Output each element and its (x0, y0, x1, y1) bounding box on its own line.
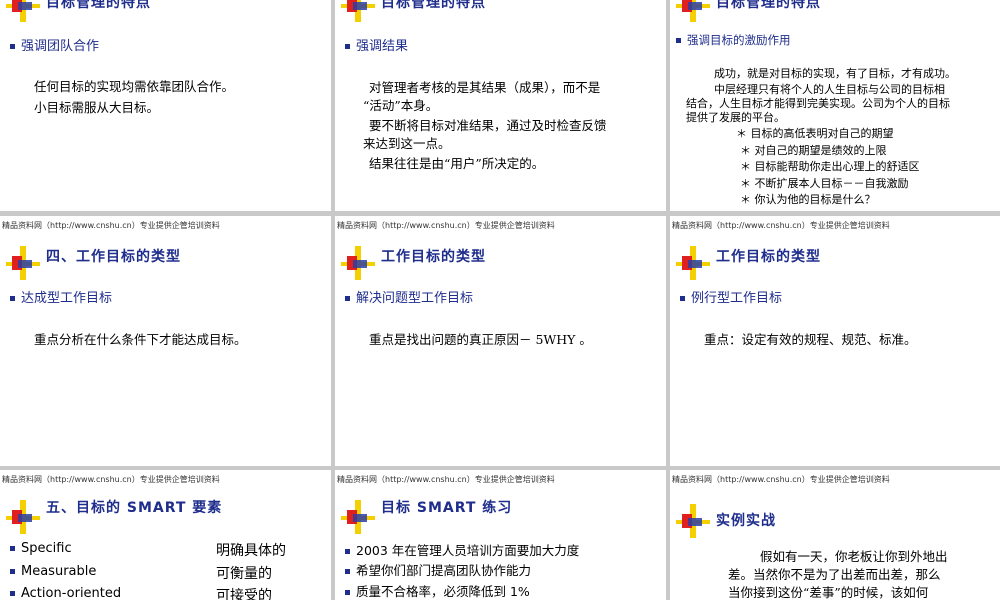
slide-7[interactable]: 精品资料网（http://www.cnshu.cn）专业提供企管培训资料 五、目… (0, 470, 331, 600)
body-line: 对管理者考核的是其结果（成果），而不是 (369, 80, 601, 95)
slide-footer: 精品资料网（http://www.cnshu.cn）专业提供企管培训资料 (2, 475, 220, 484)
slide-logo-icon (676, 0, 710, 22)
slide-logo-icon (676, 246, 710, 280)
smart-item: Measurable (10, 564, 96, 579)
slide-bullet: 解决问题型工作目标 (345, 287, 473, 306)
exercise-item: 质量不合格率，必须降低到 1% (345, 581, 530, 600)
slide-logo-icon (341, 0, 375, 22)
slide-footer: 精品资料网（http://www.cnshu.cn）专业提供企管培训资料 (672, 475, 890, 484)
slide-logo-icon (341, 246, 375, 280)
star-item: ＊ 你认为他的目标是什么？ (740, 193, 876, 206)
slide-title: 工作目标的类型 (716, 249, 821, 265)
slide-title: 五、目标的 SMART 要素 (46, 500, 223, 516)
body-line: 当你接到这份“差事”的时候，该如何 (728, 585, 929, 600)
slide-logo-icon (6, 246, 40, 280)
slide-1[interactable]: 目标管理的特点 强调团队合作 任何目标的实现均需依靠团队合作。 小目标需服从大目… (0, 0, 331, 211)
star-item: ＊ 目标的高低表明对自己的期望 (736, 127, 894, 140)
slide-bullet: 强调结果 (345, 35, 408, 54)
slide-footer: 精品资料网（http://www.cnshu.cn）专业提供企管培训资料 (337, 221, 555, 230)
slide-bullet: 达成型工作目标 (10, 287, 112, 306)
body-line: 任何目标的实现均需依靠团队合作。 (34, 79, 235, 94)
exercise-item: 2003 年在管理人员培训方面要加大力度 (345, 540, 579, 559)
body-line: 来达到这一点。 (363, 136, 451, 151)
slide-footer: 精品资料网（http://www.cnshu.cn）专业提供企管培训资料 (337, 475, 555, 484)
smart-item-cn: 明确具体的 (216, 543, 286, 559)
body-line: 假如有一天，你老板让你到外地出 (760, 549, 948, 564)
slide-title: 四、工作目标的类型 (46, 249, 181, 265)
slide-9[interactable]: 精品资料网（http://www.cnshu.cn）专业提供企管培训资料 实例实… (670, 470, 1000, 600)
slide-6[interactable]: 精品资料网（http://www.cnshu.cn）专业提供企管培训资料 工作目… (670, 216, 1000, 466)
smart-item-cn: 可衡量的 (216, 566, 272, 582)
slide-title: 工作目标的类型 (381, 249, 486, 265)
slide-title: 目标管理的特点 (381, 0, 486, 11)
star-item: ＊ 目标能帮助你走出心理上的舒适区 (740, 160, 920, 173)
smart-item-cn: 可接受的 (216, 588, 272, 600)
slide-bullet: 例行型工作目标 (680, 287, 782, 306)
body-line: 重点分析在什么条件下才能达成目标。 (34, 332, 247, 347)
slide-title: 目标管理的特点 (46, 0, 151, 11)
smart-item: Specific (10, 541, 72, 556)
slide-4[interactable]: 精品资料网（http://www.cnshu.cn）专业提供企管培训资料 四、工… (0, 216, 331, 466)
smart-item: Action-oriented (10, 586, 121, 600)
slide-logo-icon (6, 500, 40, 534)
slide-logo-icon (6, 0, 40, 22)
body-line: 要不断将目标对准结果，通过及时检查反馈 (369, 118, 607, 133)
star-item: ＊ 对自己的期望是绩效的上限 (740, 144, 887, 157)
slide-8[interactable]: 精品资料网（http://www.cnshu.cn）专业提供企管培训资料 目标 … (335, 470, 666, 600)
body-line: 差。当然你不是为了出差而出差，那么 (728, 567, 941, 582)
exercise-item: 希望你们部门提高团队协作能力 (345, 560, 531, 579)
body-line: 重点是找出问题的真正原因－ 5WHY 。 (369, 332, 592, 347)
slide-title: 目标 SMART 练习 (381, 500, 513, 516)
slide-2[interactable]: 目标管理的特点 强调结果 对管理者考核的是其结果（成果），而不是 “活动”本身。… (335, 0, 666, 211)
body-line: “活动”本身。 (363, 98, 439, 113)
slide-logo-icon (341, 500, 375, 534)
body-line: 结果往往是由“用户”所决定的。 (369, 156, 545, 171)
slide-title: 目标管理的特点 (716, 0, 821, 11)
body-line: 成功，就是对目标的实现，有了目标，才有成功。 (714, 67, 956, 80)
slide-title: 实例实战 (716, 513, 776, 529)
slide-3[interactable]: 目标管理的特点 强调目标的激励作用 成功，就是对目标的实现，有了目标，才有成功。… (670, 0, 1000, 211)
slide-5[interactable]: 精品资料网（http://www.cnshu.cn）专业提供企管培训资料 工作目… (335, 216, 666, 466)
body-line: 提供了发展的平台。 (686, 111, 785, 124)
slide-footer: 精品资料网（http://www.cnshu.cn）专业提供企管培训资料 (672, 221, 890, 230)
body-line: 重点：设定有效的规程、规范、标准。 (704, 332, 917, 347)
slide-bullet: 强调团队合作 (10, 35, 99, 54)
slide-logo-icon (676, 504, 710, 538)
slide-footer: 精品资料网（http://www.cnshu.cn）专业提供企管培训资料 (2, 221, 220, 230)
slide-bullet: 强调目标的激励作用 (676, 32, 791, 48)
body-line: 小目标需服从大目标。 (34, 100, 160, 115)
star-item: ＊ 不断扩展本人目标－－自我激励 (740, 177, 909, 190)
